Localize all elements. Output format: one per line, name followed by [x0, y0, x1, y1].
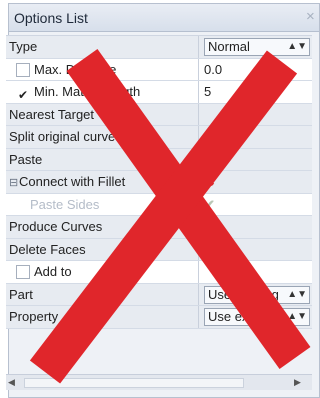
row-nearest-target[interactable]: Nearest Target	[6, 103, 312, 126]
delete-faces-value[interactable]	[200, 239, 312, 261]
scroll-left-icon[interactable]: ◀	[8, 377, 20, 389]
add-to-checkbox[interactable]	[16, 265, 30, 279]
check-icon[interactable]: ✔	[204, 152, 215, 167]
row-label: Delete Faces	[9, 241, 86, 257]
row-paste-sides: Paste Sides ✔	[6, 193, 312, 216]
close-icon[interactable]: ×	[306, 8, 315, 25]
horizontal-scrollbar[interactable]: ◀ ▶	[6, 374, 312, 390]
row-produce-curves[interactable]: Produce Curves ✖	[6, 216, 312, 239]
panel-title: Options List	[14, 10, 88, 26]
property-grid: Type Normal ▲▼ Max. Distance 0.0 ✔ Min. Ma…	[6, 35, 312, 329]
min-length-value[interactable]: 5	[200, 81, 312, 103]
row-label: Split original curves	[9, 129, 122, 144]
row-label: Nearest Target	[9, 106, 95, 122]
panel-titlebar: Options List ×	[9, 4, 319, 32]
property-dropdown[interactable]: Use existing ▲▼	[204, 308, 310, 326]
max-distance-checkbox[interactable]	[16, 62, 30, 77]
row-label: Max. Distance	[34, 61, 117, 77]
add-to-value[interactable]	[200, 261, 312, 283]
row-max-distance[interactable]: Max. Distance 0.0	[6, 58, 312, 81]
row-label: Produce Curves	[9, 219, 103, 234]
row-label: Part	[9, 286, 33, 302]
row-label: Paste	[9, 151, 43, 167]
row-label: Type	[9, 39, 38, 54]
row-label: Connect with Fillet	[19, 174, 126, 189]
cross-icon[interactable]: ✖	[204, 219, 215, 234]
row-type[interactable]: Type Normal ▲▼	[6, 36, 312, 59]
split-original-value[interactable]	[200, 126, 312, 148]
nearest-target-value[interactable]	[200, 104, 312, 126]
row-add-to[interactable]: Add to	[6, 261, 312, 284]
row-label: Paste Sides	[30, 196, 100, 212]
row-part[interactable]: Part Use existing ▲▼	[6, 283, 312, 306]
max-distance-value[interactable]: 0.0	[200, 59, 312, 81]
row-paste[interactable]: Paste ✔	[6, 148, 312, 171]
cross-icon[interactable]: ✖	[204, 174, 215, 189]
row-label: Property	[9, 309, 59, 324]
row-delete-faces[interactable]: Delete Faces	[6, 238, 312, 261]
scroll-thumb[interactable]	[24, 378, 244, 388]
row-label: Min. Match. length	[34, 84, 141, 99]
dropdown-arrow-icon: ▲▼	[287, 311, 307, 322]
row-split-original[interactable]: Split original curves	[6, 126, 312, 149]
dropdown-arrow-icon: ▲▼	[287, 41, 307, 52]
row-min-length[interactable]: ✔ Min. Match. length 5	[6, 81, 312, 104]
type-dropdown[interactable]: Normal ▲▼	[204, 38, 310, 56]
scroll-right-icon[interactable]: ▶	[294, 377, 306, 389]
row-property[interactable]: Property Use existing ▲▼	[6, 306, 312, 329]
part-dropdown[interactable]: Use existing ▲▼	[204, 285, 310, 304]
check-icon: ✔	[204, 196, 215, 212]
collapse-icon[interactable]: ⊟	[9, 173, 19, 193]
dropdown-arrow-icon: ▲▼	[287, 288, 307, 300]
row-label: Add to	[34, 264, 72, 279]
row-connect-with-fillet[interactable]: ⊟Connect with Fillet ✖	[6, 171, 312, 194]
min-length-checkbox[interactable]: ✔	[16, 88, 30, 102]
